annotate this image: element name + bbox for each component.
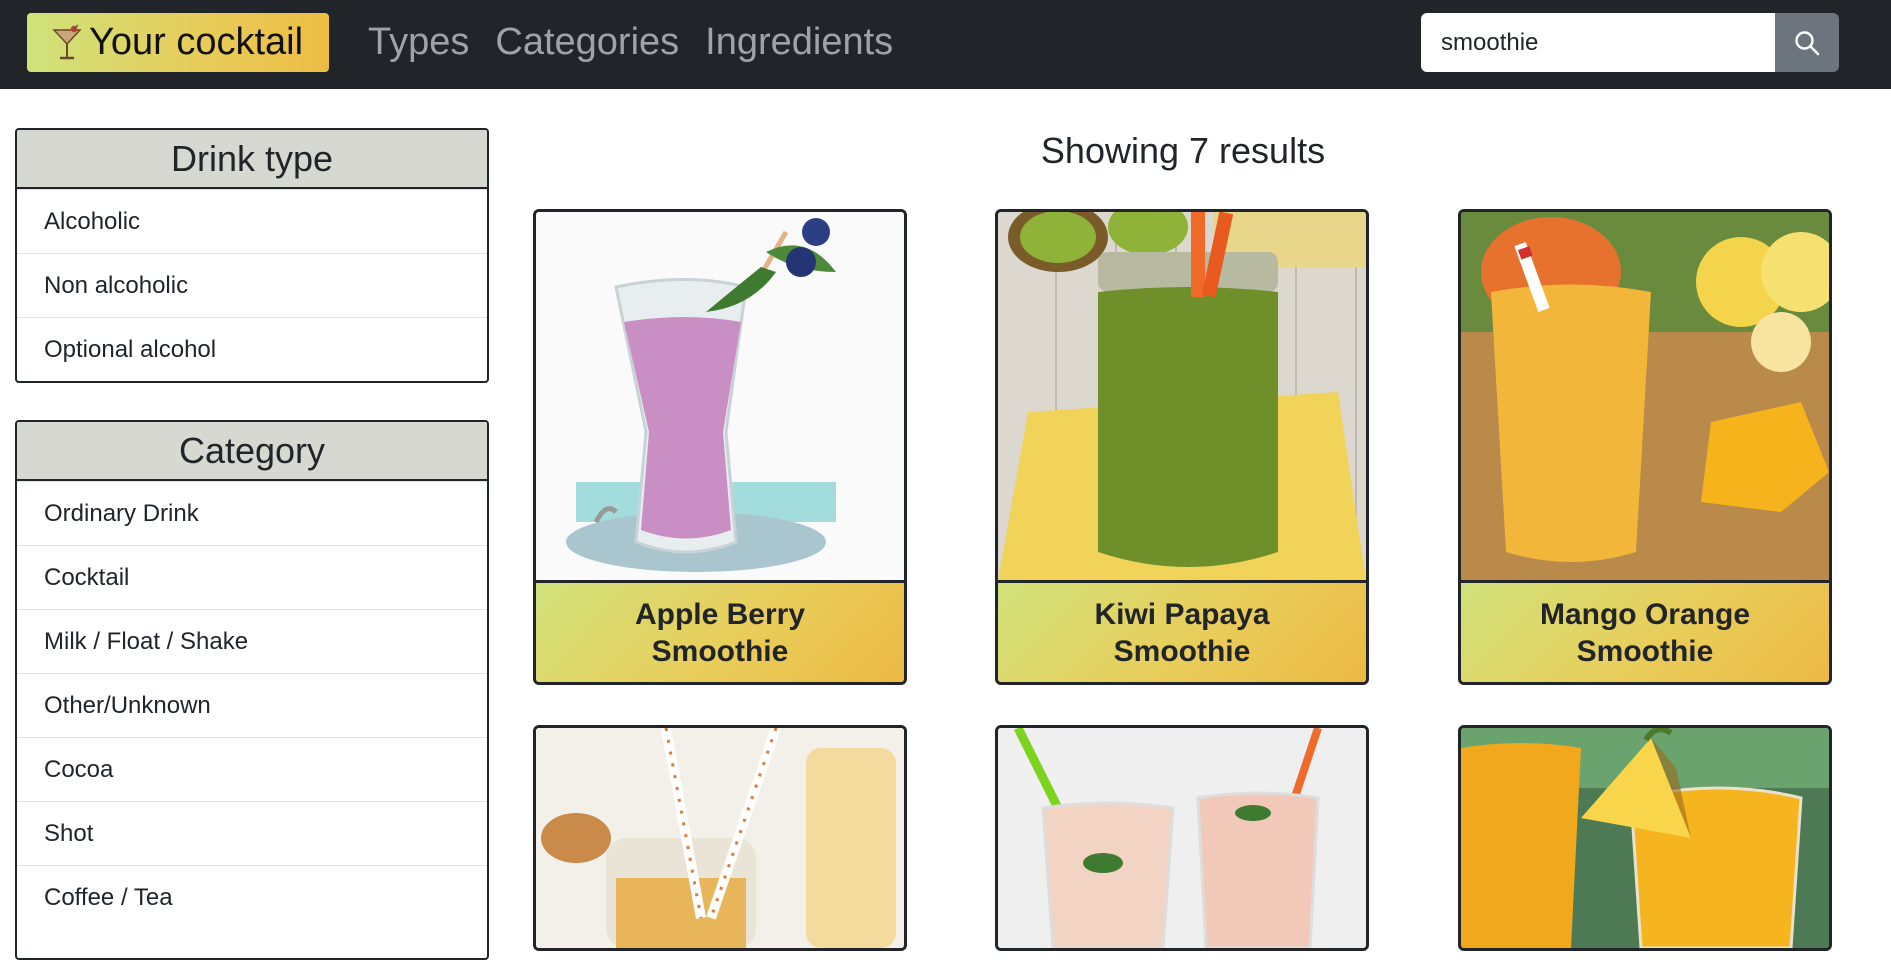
category-item-cocktail[interactable]: Cocktail bbox=[17, 545, 487, 609]
results-heading: Showing 7 results bbox=[1040, 130, 1326, 171]
drink-card-4[interactable] bbox=[533, 725, 907, 951]
brand-link[interactable]: Your cocktail bbox=[27, 13, 329, 72]
category-item-cocoa[interactable]: Cocoa bbox=[17, 737, 487, 801]
category-item-ordinary-drink[interactable]: Ordinary Drink bbox=[17, 481, 487, 545]
drink-card-kiwi-papaya-smoothie[interactable]: Kiwi Papaya Smoothie bbox=[995, 209, 1369, 685]
brand-label: Your cocktail bbox=[89, 21, 304, 63]
drink-card-mango-orange-smoothie[interactable]: Mango Orange Smoothie bbox=[1458, 209, 1832, 685]
nav-links: Types Categories Ingredients bbox=[368, 18, 893, 66]
nav-link-categories[interactable]: Categories bbox=[495, 18, 679, 66]
category-item-other-unknown[interactable]: Other/Unknown bbox=[17, 673, 487, 737]
drink-type-item-optional-alcohol[interactable]: Optional alcohol bbox=[17, 317, 487, 381]
nav-link-types[interactable]: Types bbox=[368, 18, 469, 66]
cocktail-glass-icon bbox=[52, 23, 82, 59]
drink-image bbox=[536, 212, 904, 580]
search-input[interactable] bbox=[1421, 13, 1775, 72]
navbar: Your cocktail Types Categories Ingredien… bbox=[0, 0, 1891, 89]
drink-type-title: Drink type bbox=[17, 130, 487, 189]
drink-card-5[interactable] bbox=[995, 725, 1369, 951]
nav-link-ingredients[interactable]: Ingredients bbox=[705, 18, 893, 66]
search-button[interactable] bbox=[1775, 13, 1839, 72]
drink-image bbox=[998, 212, 1366, 580]
category-panel: Category Ordinary Drink Cocktail Milk / … bbox=[15, 420, 489, 960]
category-item-milk-float-shake[interactable]: Milk / Float / Shake bbox=[17, 609, 487, 673]
drink-image bbox=[536, 728, 904, 948]
category-item-coffee-tea[interactable]: Coffee / Tea bbox=[17, 865, 487, 929]
drink-type-item-non-alcoholic[interactable]: Non alcoholic bbox=[17, 253, 487, 317]
drink-card-6[interactable] bbox=[1458, 725, 1832, 951]
drink-card-title: Kiwi Papaya Smoothie bbox=[998, 580, 1366, 682]
drink-card-title: Apple Berry Smoothie bbox=[536, 580, 904, 682]
search-icon bbox=[1795, 30, 1820, 55]
drink-card-title: Mango Orange Smoothie bbox=[1461, 580, 1829, 682]
drink-image bbox=[1461, 212, 1829, 580]
drink-image bbox=[1461, 728, 1829, 948]
category-item-shot[interactable]: Shot bbox=[17, 801, 487, 865]
drink-image bbox=[998, 728, 1366, 948]
category-title: Category bbox=[17, 422, 487, 481]
drink-type-item-alcoholic[interactable]: Alcoholic bbox=[17, 189, 487, 253]
drink-card-apple-berry-smoothie[interactable]: Apple Berry Smoothie bbox=[533, 209, 907, 685]
drink-type-panel: Drink type Alcoholic Non alcoholic Optio… bbox=[15, 128, 489, 383]
